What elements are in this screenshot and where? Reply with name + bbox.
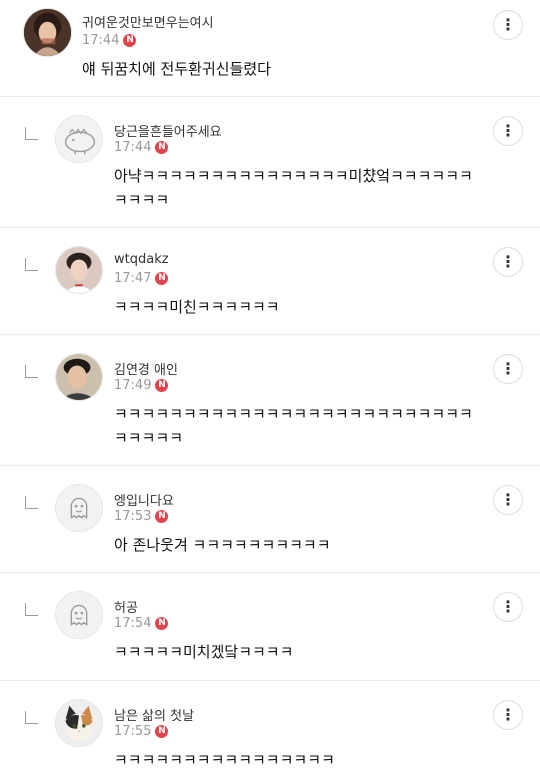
nickname[interactable]: 귀여운것만보면우는여시 <box>82 12 214 31</box>
reply-arrow-icon <box>25 711 38 724</box>
more-options-button[interactable]: ⋮ <box>493 247 523 277</box>
reply-item: 엥입니다요 17:53 N 아 존나웃겨 ㅋㅋㅋㅋㅋㅋㅋㅋㅋㅋ ⋮ <box>0 466 540 573</box>
nickname[interactable]: 당근을흔들어주세요 <box>114 121 222 140</box>
nickname[interactable]: 엥입니다요 <box>114 490 174 509</box>
comment-text: 아 존나웃겨 ㅋㅋㅋㅋㅋㅋㅋㅋㅋㅋ <box>114 536 331 554</box>
reply-item: 당근을흔들어주세요 17:44 N 아냑ㅋㅋㅋㅋㅋㅋㅋㅋㅋㅋㅋㅋㅋㅋㅋ미챴엌ㅋㅋ… <box>0 97 540 228</box>
reply-arrow-icon <box>25 603 38 616</box>
comment-text: ㅋㅋㅋㅋ미친ㅋㅋㅋㅋㅋㅋ <box>114 298 280 316</box>
comment-meta: 17:44 N <box>114 140 169 155</box>
reply-arrow-icon <box>25 258 38 271</box>
nickname[interactable]: 남은 삶의 첫날 <box>114 705 194 724</box>
timestamp: 17:53 <box>114 509 152 524</box>
comment-text: ㅋㅋㅋㅋㅋ미치겠닼ㅋㅋㅋㅋ <box>114 643 294 661</box>
cat-photo-avatar-icon <box>56 700 102 746</box>
user-avatar[interactable] <box>55 115 103 163</box>
user-avatar[interactable] <box>55 246 103 294</box>
reply-item: 허공 17:54 N ㅋㅋㅋㅋㅋ미치겠닼ㅋㅋㅋㅋ ⋮ <box>0 573 540 681</box>
user-avatar[interactable] <box>55 699 103 747</box>
comment-item: 귀여운것만보면우는여시 17:44 N 얘 뒤꿈치에 전두환귀신들렸다 ⋮ <box>0 0 540 97</box>
ghost-default-avatar-icon <box>56 592 102 638</box>
user-avatar[interactable] <box>55 484 103 532</box>
comment-text: 아냑ㅋㅋㅋㅋㅋㅋㅋㅋㅋㅋㅋㅋㅋㅋㅋ미챴엌ㅋㅋㅋㅋㅋㅋㅋㅋㅋㅋ <box>114 167 473 209</box>
photo-avatar-man-icon <box>56 247 102 293</box>
more-vertical-icon: ⋮ <box>500 121 516 140</box>
more-options-button[interactable]: ⋮ <box>493 354 523 384</box>
reply-arrow-icon <box>25 496 38 509</box>
dinosaur-default-avatar-icon <box>56 116 102 162</box>
nickname[interactable]: 김연경 애인 <box>114 359 178 378</box>
photo-avatar-woman-icon <box>24 9 71 56</box>
timestamp: 17:44 <box>114 140 152 155</box>
timestamp: 17:54 <box>114 616 152 631</box>
more-vertical-icon: ⋮ <box>500 597 516 616</box>
user-avatar[interactable] <box>55 353 103 401</box>
more-vertical-icon: ⋮ <box>500 252 516 271</box>
reply-arrow-icon <box>25 127 38 140</box>
more-options-button[interactable]: ⋮ <box>493 592 523 622</box>
nickname[interactable]: wtqdakz <box>114 252 169 267</box>
photo-avatar-man-icon <box>56 354 102 400</box>
comment-meta: 17:54 N <box>114 616 169 631</box>
comment-meta: 17:53 N <box>114 509 169 524</box>
more-vertical-icon: ⋮ <box>500 490 516 509</box>
comment-text: ㅋㅋㅋㅋㅋㅋㅋㅋㅋㅋㅋㅋㅋㅋㅋㅋ <box>114 751 335 769</box>
more-vertical-icon: ⋮ <box>500 705 516 724</box>
user-avatar[interactable] <box>55 591 103 639</box>
more-vertical-icon: ⋮ <box>500 359 516 378</box>
timestamp: 17:49 <box>114 378 152 393</box>
comment-meta: 17:47 N <box>114 271 169 286</box>
new-badge-icon: N <box>155 725 169 738</box>
more-options-button[interactable]: ⋮ <box>493 485 523 515</box>
timestamp: 17:55 <box>114 724 152 739</box>
new-badge-icon: N <box>155 379 169 392</box>
new-badge-icon: N <box>123 34 137 47</box>
new-badge-icon: N <box>155 617 169 630</box>
new-badge-icon: N <box>155 272 169 285</box>
nickname[interactable]: 허공 <box>114 597 138 616</box>
ghost-default-avatar-icon <box>56 485 102 531</box>
new-badge-icon: N <box>155 141 169 154</box>
comment-text: 얘 뒤꿈치에 전두환귀신들렸다 <box>82 60 271 78</box>
more-options-button[interactable]: ⋮ <box>493 116 523 146</box>
reply-arrow-icon <box>25 365 38 378</box>
comment-meta: 17:44 N <box>82 33 137 48</box>
comment-meta: 17:55 N <box>114 724 169 739</box>
comment-text: ㅋㅋㅋㅋㅋㅋㅋㅋㅋㅋㅋㅋㅋㅋㅋㅋㅋㅋㅋㅋㅋㅋㅋㅋㅋㅋㅋㅋㅋㅋㅋ <box>114 405 473 447</box>
user-avatar[interactable] <box>23 8 72 57</box>
reply-item: 남은 삶의 첫날 17:55 N ㅋㅋㅋㅋㅋㅋㅋㅋㅋㅋㅋㅋㅋㅋㅋㅋ ⋮ <box>0 681 540 779</box>
more-options-button[interactable]: ⋮ <box>493 10 523 40</box>
reply-item: wtqdakz 17:47 N ㅋㅋㅋㅋ미친ㅋㅋㅋㅋㅋㅋ ⋮ <box>0 228 540 335</box>
new-badge-icon: N <box>155 510 169 523</box>
comment-meta: 17:49 N <box>114 378 169 393</box>
more-options-button[interactable]: ⋮ <box>493 700 523 730</box>
timestamp: 17:47 <box>114 271 152 286</box>
more-vertical-icon: ⋮ <box>500 15 516 34</box>
timestamp: 17:44 <box>82 33 120 48</box>
reply-item: 김연경 애인 17:49 N ㅋㅋㅋㅋㅋㅋㅋㅋㅋㅋㅋㅋㅋㅋㅋㅋㅋㅋㅋㅋㅋㅋㅋㅋㅋ… <box>0 335 540 466</box>
